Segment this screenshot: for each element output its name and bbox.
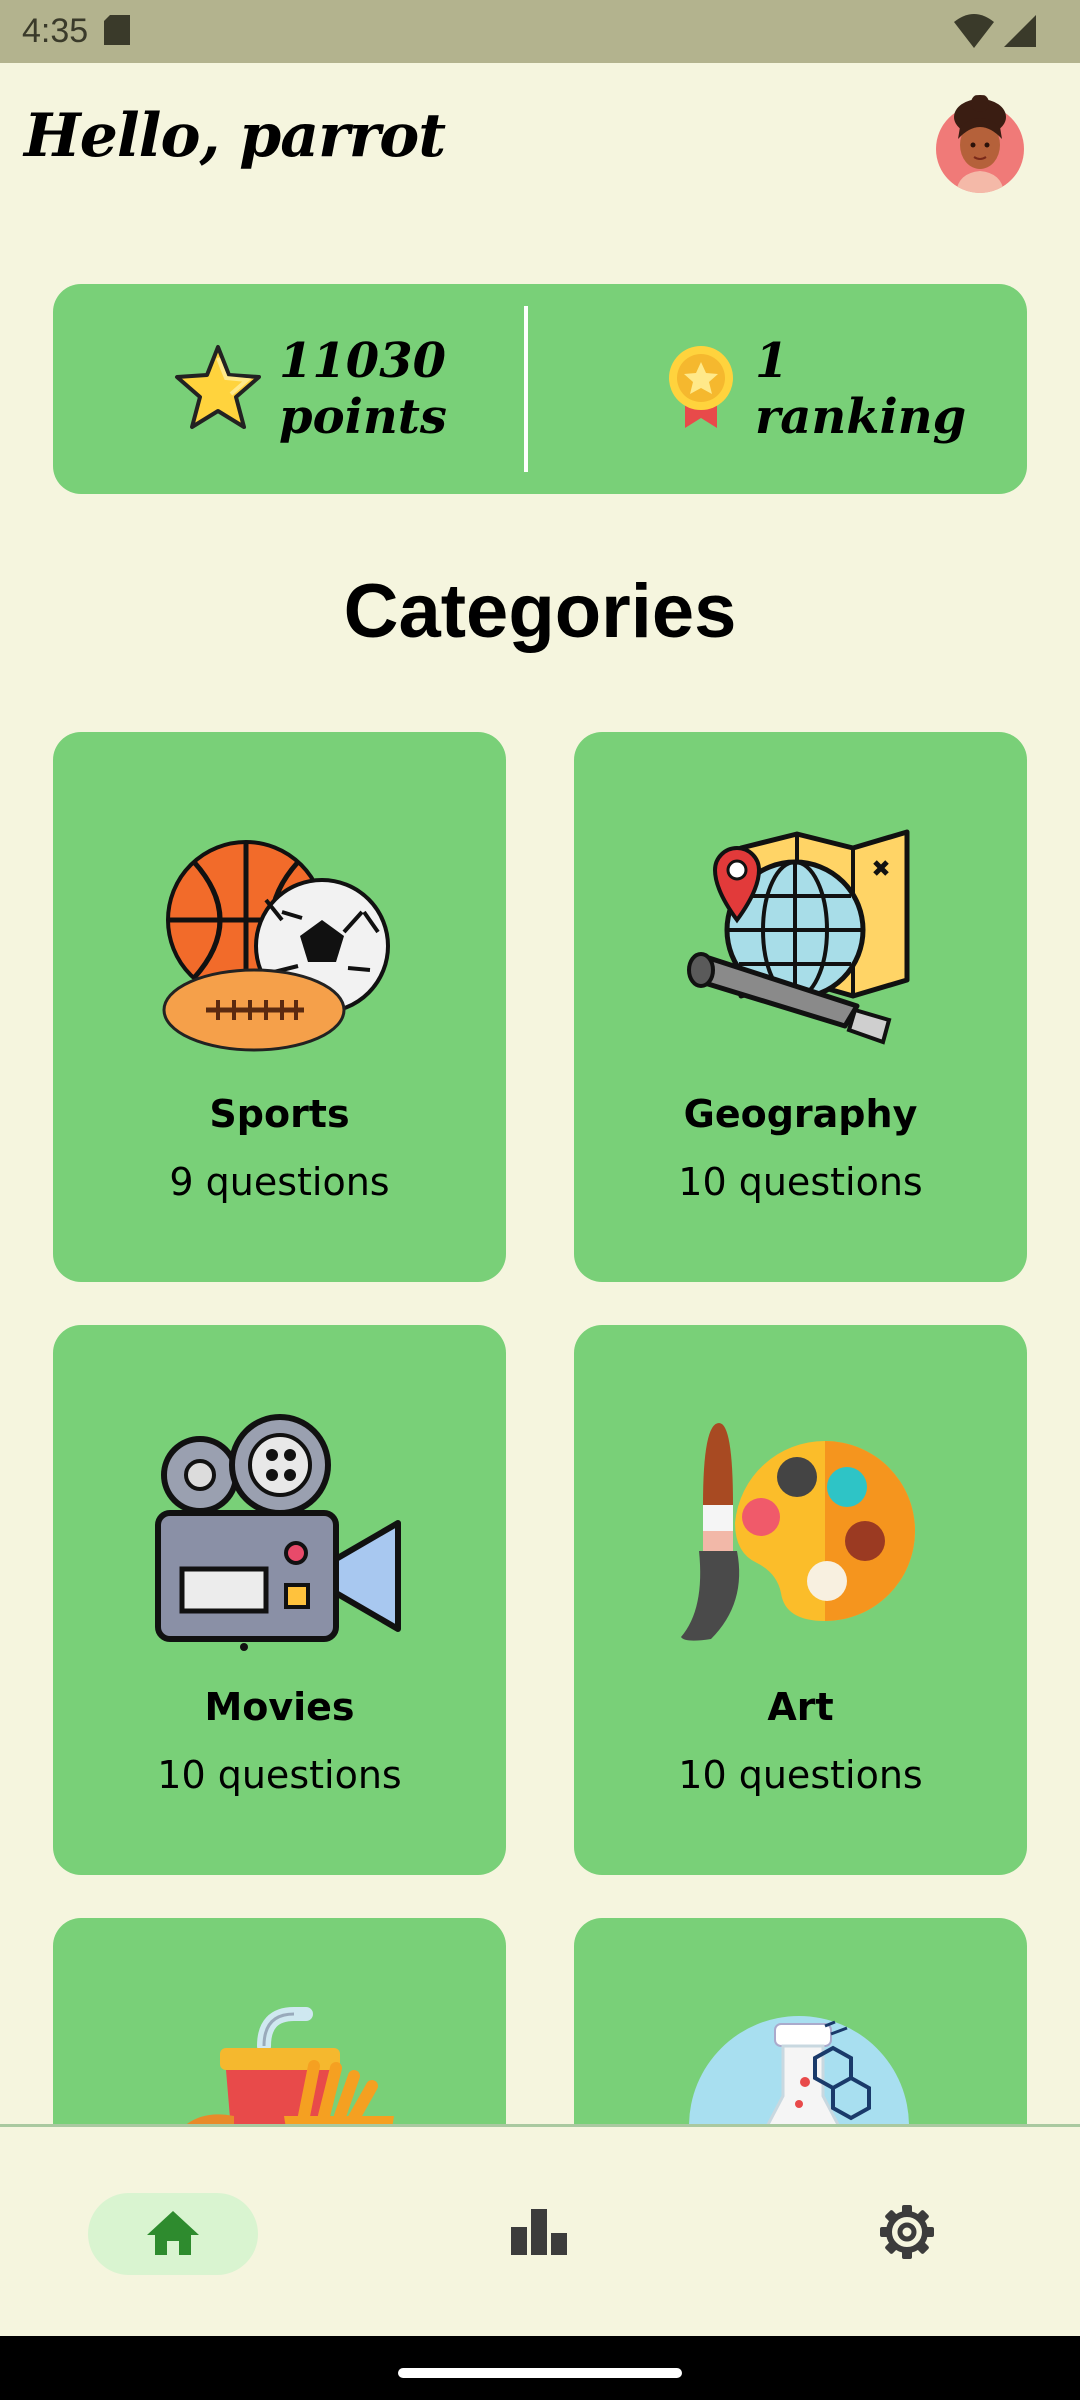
points-label: points <box>279 389 447 445</box>
home-icon <box>147 2209 199 2259</box>
category-name: Art <box>767 1685 834 1729</box>
category-name: Movies <box>204 1685 355 1729</box>
greeting-text: Hello, parrot <box>24 101 446 171</box>
ranking-stat: 1 ranking <box>663 284 966 494</box>
categories-title: Categories <box>343 569 737 654</box>
ranking-label: ranking <box>755 389 967 445</box>
food-drink-icon <box>154 2006 404 2124</box>
category-name: Geography <box>683 1092 918 1136</box>
nav-home-button[interactable] <box>88 2193 258 2275</box>
stats-card: 11030 points 1 ranking <box>53 284 1027 494</box>
category-count: 9 questions <box>169 1160 390 1204</box>
sports-balls-icon <box>154 820 404 1060</box>
avatar[interactable] <box>934 95 1026 193</box>
category-count: 10 questions <box>678 1753 923 1797</box>
cell-signal-icon <box>1004 15 1036 51</box>
category-count: 10 questions <box>678 1160 923 1204</box>
ranking-value: 1 <box>755 333 789 389</box>
gear-icon <box>880 2205 934 2263</box>
points-stat: 11030 points <box>173 284 447 494</box>
bottom-nav <box>0 2124 1080 2336</box>
points-value: 11030 <box>279 333 446 389</box>
palette-brush-icon <box>675 1413 925 1653</box>
category-card-art[interactable]: Art 10 questions <box>574 1325 1027 1875</box>
status-time: 4:35 <box>22 12 89 50</box>
category-card-science[interactable] <box>574 1918 1027 2124</box>
sd-card-icon <box>104 14 131 49</box>
category-count: 10 questions <box>157 1753 402 1797</box>
gesture-handle[interactable] <box>398 2368 682 2378</box>
nav-settings-button[interactable] <box>822 2193 992 2275</box>
category-card-geography[interactable]: Geography 10 questions <box>574 732 1027 1282</box>
header: Hello, parrot <box>0 63 1080 223</box>
wifi-icon <box>954 14 994 52</box>
nav-leaderboard-button[interactable] <box>454 2193 624 2275</box>
bar-chart-icon <box>511 2209 567 2259</box>
category-name: Sports <box>209 1092 350 1136</box>
science-flask-icon <box>675 2006 925 2124</box>
avatar-icon <box>936 95 1024 193</box>
status-bar: 4:35 <box>0 0 1080 63</box>
globe-map-icon <box>675 820 925 1060</box>
status-icons <box>954 14 1036 52</box>
movie-camera-icon <box>154 1413 404 1653</box>
stats-divider <box>524 306 528 472</box>
category-card-sports[interactable]: Sports 9 questions <box>53 732 506 1282</box>
medal-icon <box>663 342 739 436</box>
category-card-movies[interactable]: Movies 10 questions <box>53 1325 506 1875</box>
star-icon <box>173 344 263 434</box>
category-card-food[interactable] <box>53 1918 506 2124</box>
